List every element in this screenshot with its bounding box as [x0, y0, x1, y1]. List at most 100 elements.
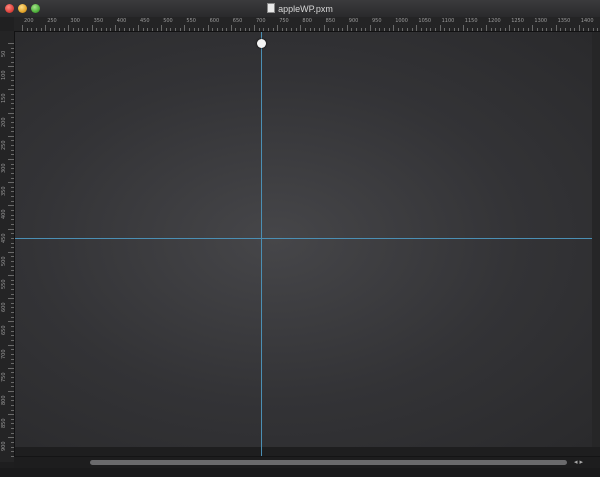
ruler-minor-tick — [77, 28, 79, 31]
ruler-tick — [8, 414, 14, 416]
ruler-minor-tick — [583, 28, 585, 31]
ruler-label: 800 — [1, 395, 7, 405]
ruler-tick — [254, 25, 255, 31]
ruler-minor-tick — [100, 28, 102, 31]
ruler-minor-tick — [546, 28, 548, 31]
scroll-arrows[interactable]: ◂ ▸ — [574, 458, 583, 466]
ruler-label: 900 — [1, 441, 7, 452]
scroll-right-arrow-icon[interactable]: ▸ — [579, 459, 583, 466]
ruler-tick — [486, 25, 487, 31]
ruler-minor-tick — [198, 28, 200, 31]
ruler-minor-tick — [11, 103, 14, 105]
ruler-minor-tick — [305, 28, 307, 31]
ruler-minor-tick — [574, 28, 576, 31]
ruler-minor-tick — [179, 28, 181, 31]
ruler-minor-tick — [495, 28, 497, 31]
ruler-tick — [8, 43, 14, 44]
ruler-label: 750 — [1, 372, 7, 382]
scroll-left-arrow-icon[interactable]: ◂ — [574, 459, 578, 466]
ruler-label: 600 — [1, 302, 7, 313]
guide-handle[interactable] — [257, 39, 266, 48]
ruler-minor-tick — [11, 404, 14, 406]
ruler-label: 500 — [163, 18, 173, 24]
ruler-minor-tick — [407, 28, 409, 31]
ruler-minor-tick — [11, 242, 14, 244]
ruler-minor-tick — [11, 400, 14, 402]
ruler-minor-tick — [54, 28, 56, 31]
document-icon — [267, 3, 276, 13]
ruler-minor-tick — [504, 28, 506, 31]
ruler-minor-tick — [458, 28, 460, 31]
ruler-label: 700 — [1, 349, 7, 359]
ruler-minor-tick — [444, 28, 446, 31]
ruler-minor-tick — [11, 98, 14, 100]
ruler-minor-tick — [597, 28, 599, 31]
ruler-label: 750 — [279, 18, 289, 24]
ruler-tick — [8, 437, 14, 439]
ruler-minor-tick — [11, 446, 14, 448]
ruler-minor-tick — [11, 293, 14, 295]
ruler-minor-tick — [397, 28, 399, 31]
ruler-label: 1300 — [534, 18, 548, 24]
horizontal-guide[interactable] — [15, 238, 592, 239]
ruler-minor-tick — [541, 28, 543, 31]
ruler-label: 400 — [1, 209, 7, 220]
vertical-guide[interactable] — [261, 32, 262, 462]
ruler-label: 1400 — [580, 18, 594, 24]
ruler-tick — [184, 25, 186, 31]
ruler-minor-tick — [189, 28, 191, 31]
ruler-minor-tick — [11, 163, 14, 165]
ruler-minor-tick — [11, 126, 14, 128]
vertical-ruler[interactable]: 50 100 150 200 250 300 350 400 450 500 550 600 650 70… — [0, 31, 15, 462]
ruler-minor-tick — [425, 28, 427, 31]
ruler-label: 1250 — [511, 18, 524, 24]
ruler-minor-tick — [11, 168, 14, 170]
ruler-tick — [22, 25, 23, 31]
ruler-minor-tick — [119, 28, 121, 31]
app-window: appleWP.pxm 200 250 300 350 400 450 500 550 600 6… — [0, 0, 600, 477]
ruler-minor-tick — [11, 349, 14, 351]
ruler-tick — [532, 25, 534, 31]
horizontal-ruler[interactable]: 200 250 300 350 400 450 500 550 600 650 700 750 800 8… — [14, 17, 600, 32]
ruler-minor-tick — [332, 28, 334, 31]
ruler-label: 1000 — [395, 18, 408, 24]
ruler-minor-tick — [518, 28, 520, 31]
ruler-minor-tick — [360, 28, 362, 31]
ruler-tick — [8, 251, 14, 253]
ruler-minor-tick — [11, 256, 14, 258]
ruler-minor-tick — [11, 409, 14, 411]
ruler-label: 250 — [1, 140, 7, 150]
ruler-minor-tick — [151, 28, 153, 31]
ruler-minor-tick — [11, 307, 14, 309]
ruler-minor-tick — [448, 28, 450, 31]
ruler-minor-tick — [240, 28, 242, 31]
ruler-minor-tick — [11, 56, 14, 58]
ruler-minor-tick — [291, 28, 293, 31]
ruler-tick — [8, 228, 14, 230]
ruler-label: 1350 — [557, 18, 571, 24]
ruler-minor-tick — [11, 107, 14, 109]
ruler-label: 900 — [348, 18, 359, 24]
ruler-minor-tick — [31, 28, 33, 31]
ruler-minor-tick — [11, 223, 14, 225]
ruler-minor-tick — [550, 28, 552, 31]
ruler-minor-tick — [11, 131, 14, 133]
ruler-minor-tick — [11, 326, 14, 328]
ruler-tick — [91, 25, 93, 31]
title-bar[interactable]: appleWP.pxm — [0, 0, 600, 18]
ruler-label: 300 — [1, 163, 7, 173]
ruler-minor-tick — [156, 28, 158, 31]
ruler-minor-tick — [365, 28, 367, 31]
ruler-tick — [346, 25, 348, 31]
ruler-minor-tick — [272, 28, 274, 31]
vertical-scroll-area[interactable] — [592, 32, 600, 447]
ruler-label: 300 — [70, 18, 80, 24]
ruler-minor-tick — [212, 28, 214, 31]
canvas[interactable] — [15, 32, 592, 462]
ruler-minor-tick — [11, 172, 14, 174]
ruler-label: 1100 — [441, 18, 455, 24]
scroll-thumb[interactable] — [90, 460, 567, 465]
ruler-minor-tick — [73, 28, 75, 31]
ruler-minor-tick — [11, 80, 14, 82]
ruler-label: 250 — [47, 18, 57, 24]
